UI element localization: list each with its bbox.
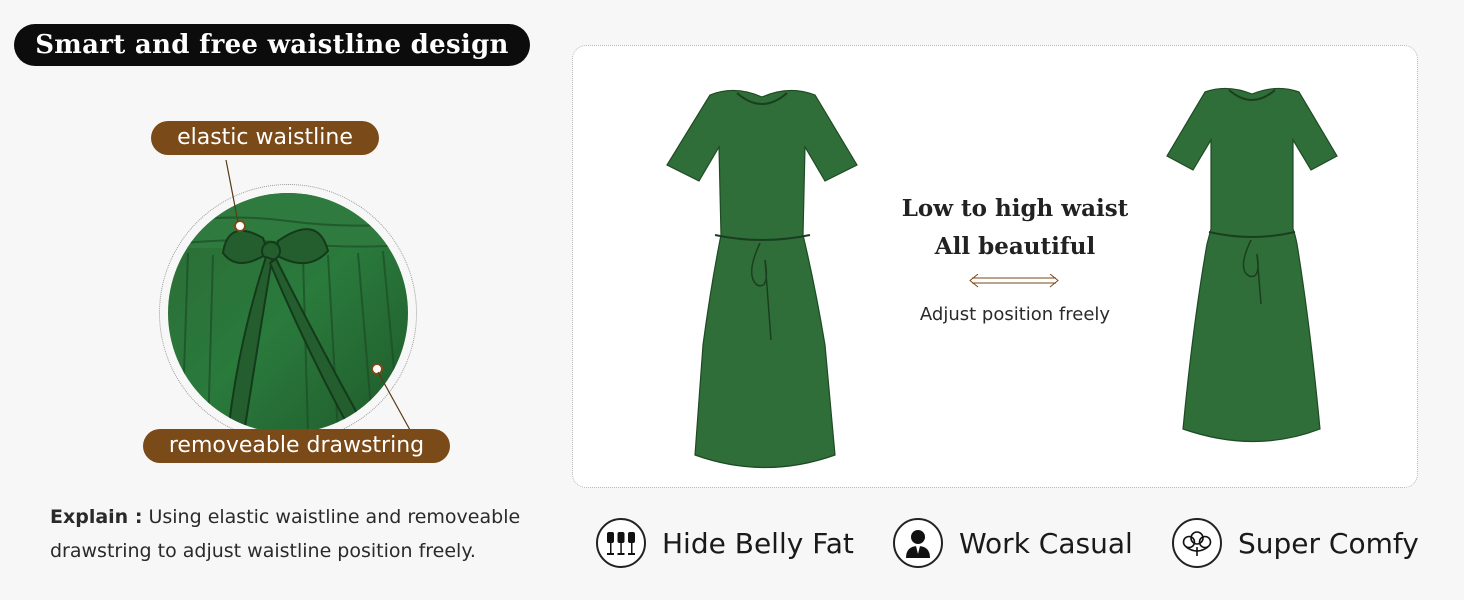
- feature-hide-belly-fat: Hide Belly Fat: [596, 516, 854, 570]
- elastic-waistline-label: elastic waistline: [151, 121, 379, 155]
- adjust-caption: Adjust position freely: [919, 304, 1111, 325]
- feature-label: Work Casual: [959, 526, 1133, 560]
- dress-high-waist-image: [666, 89, 858, 469]
- feature-super-comfy: Super Comfy: [1172, 516, 1419, 570]
- heading-line-2: All beautiful: [934, 233, 1096, 260]
- cotton-flower-icon: [1172, 518, 1222, 568]
- double-arrow-icon: [969, 274, 1059, 288]
- mannequins-icon: [596, 518, 646, 568]
- center-heading: Low to high waist All beautiful: [880, 190, 1150, 266]
- feature-label: Hide Belly Fat: [662, 526, 854, 560]
- feature-label: Super Comfy: [1238, 526, 1419, 560]
- business-person-icon: [893, 518, 943, 568]
- heading-line-1: Low to high waist: [901, 195, 1129, 222]
- dress-low-waist-image: [1166, 87, 1338, 443]
- feature-work-casual: Work Casual: [893, 516, 1133, 570]
- explain-text: Explain : Using elastic waistline and re…: [50, 506, 521, 562]
- drawstring-label: removeable drawstring: [143, 429, 450, 463]
